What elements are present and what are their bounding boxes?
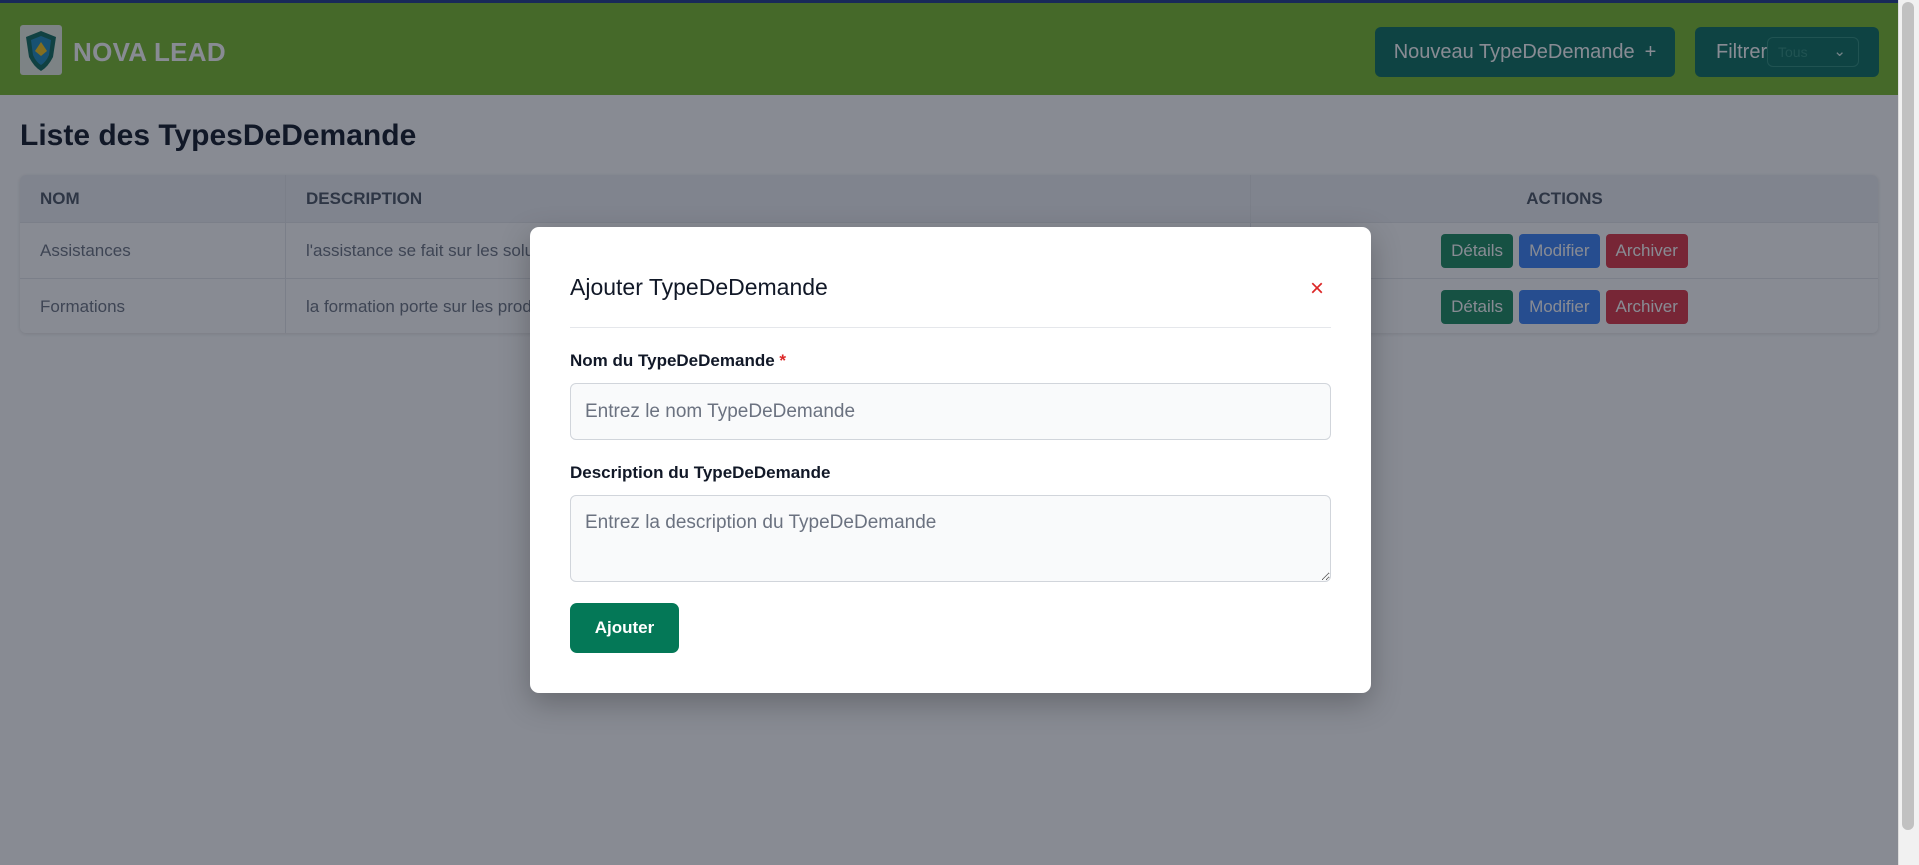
ajouter-button[interactable]: Ajouter xyxy=(570,603,679,653)
page-scrollbar[interactable] xyxy=(1898,0,1919,865)
modal-divider xyxy=(570,327,1331,328)
modal-title: Ajouter TypeDeDemande xyxy=(570,274,828,300)
description-field-label: Description du TypeDeDemande xyxy=(570,463,831,482)
add-typededemande-modal: Ajouter TypeDeDemande × Nom du TypeDeDem… xyxy=(530,227,1371,693)
name-field-label: Nom du TypeDeDemande * xyxy=(570,351,786,371)
scrollbar-thumb[interactable] xyxy=(1902,2,1914,830)
name-input[interactable] xyxy=(570,383,1331,440)
description-textarea[interactable] xyxy=(570,495,1331,582)
close-icon[interactable]: × xyxy=(1310,277,1324,301)
required-asterisk: * xyxy=(779,351,787,370)
name-label-text: Nom du TypeDeDemande xyxy=(570,351,775,370)
